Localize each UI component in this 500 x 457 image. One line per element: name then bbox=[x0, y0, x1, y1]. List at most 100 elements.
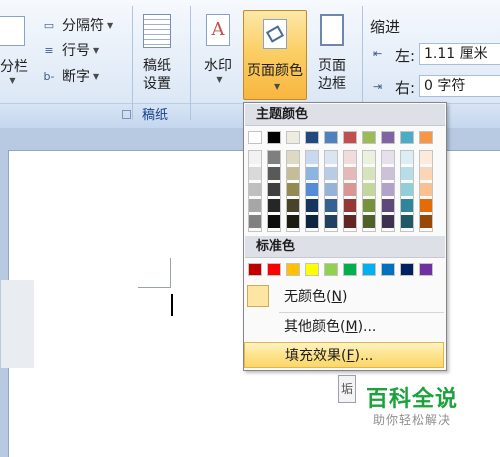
theme-color-swatch[interactable] bbox=[362, 131, 376, 144]
standard-color-swatch[interactable] bbox=[267, 263, 281, 276]
manuscript-label-1: 稿纸 bbox=[143, 58, 171, 74]
theme-color-swatch[interactable] bbox=[419, 131, 433, 144]
hyphenation-button[interactable]: b‐ 断字 ▼ bbox=[40, 65, 100, 87]
theme-shade-swatch[interactable] bbox=[363, 183, 375, 196]
theme-shade-swatch[interactable] bbox=[287, 167, 299, 180]
paste-options-tag[interactable]: 垢 bbox=[338, 375, 356, 403]
standard-color-swatch[interactable] bbox=[286, 263, 300, 276]
theme-color-swatch[interactable] bbox=[267, 131, 281, 144]
chevron-down-icon: ▼ bbox=[216, 75, 223, 84]
watermark-icon: A bbox=[206, 14, 230, 46]
theme-shade-swatch[interactable] bbox=[325, 215, 337, 228]
theme-shade-swatch[interactable] bbox=[268, 183, 280, 196]
theme-shade-swatch[interactable] bbox=[249, 183, 261, 196]
theme-shade-swatch[interactable] bbox=[420, 199, 432, 212]
theme-shade-swatch[interactable] bbox=[420, 167, 432, 180]
indent-right-icon: ⇥ bbox=[373, 80, 383, 93]
theme-color-swatch[interactable] bbox=[381, 131, 395, 144]
theme-shade-swatch[interactable] bbox=[268, 199, 280, 212]
theme-shade-swatch[interactable] bbox=[306, 183, 318, 196]
theme-shade-swatch[interactable] bbox=[325, 199, 337, 212]
breaks-button[interactable]: ▭ 分隔符 ▼ bbox=[40, 14, 113, 36]
theme-color-swatch[interactable] bbox=[305, 131, 319, 144]
theme-shade-swatch[interactable] bbox=[249, 199, 261, 212]
theme-shade-swatch[interactable] bbox=[401, 199, 413, 212]
theme-shade-swatch[interactable] bbox=[268, 167, 280, 180]
theme-shade-swatch[interactable] bbox=[420, 215, 432, 228]
theme-shade-swatch[interactable] bbox=[382, 199, 394, 212]
theme-shade-swatch[interactable] bbox=[363, 215, 375, 228]
theme-shade-swatch[interactable] bbox=[306, 199, 318, 212]
menu-separator bbox=[279, 312, 444, 313]
fill-effects-item[interactable]: 填充效果(F)... bbox=[244, 342, 444, 368]
theme-shade-swatch[interactable] bbox=[306, 167, 318, 180]
theme-shade-swatch[interactable] bbox=[363, 167, 375, 180]
indent-left-label: 左: bbox=[395, 47, 416, 65]
no-color-item[interactable]: 无颜色(N) bbox=[244, 284, 444, 310]
theme-shade-swatch[interactable] bbox=[382, 151, 394, 164]
theme-shade-swatch[interactable] bbox=[306, 151, 318, 164]
theme-color-swatch[interactable] bbox=[324, 131, 338, 144]
theme-shade-swatch[interactable] bbox=[325, 167, 337, 180]
theme-color-swatch[interactable] bbox=[343, 131, 357, 144]
more-colors-item[interactable]: 其他颜色(M)... bbox=[244, 314, 444, 340]
theme-shade-swatch[interactable] bbox=[401, 167, 413, 180]
chevron-down-icon: ▼ bbox=[93, 45, 100, 55]
manuscript-grid-icon bbox=[143, 14, 171, 48]
indent-left-field[interactable]: 1.11 厘米 bbox=[419, 43, 500, 65]
page-borders-label-2: 边框 bbox=[318, 76, 346, 92]
columns-button[interactable]: 分栏 ▼ bbox=[0, 16, 28, 85]
theme-color-swatch[interactable] bbox=[248, 131, 262, 144]
theme-color-swatch[interactable] bbox=[400, 131, 414, 144]
page-borders-button[interactable]: 页面 边框 bbox=[312, 14, 352, 93]
theme-shade-swatch[interactable] bbox=[420, 151, 432, 164]
theme-shade-swatch[interactable] bbox=[325, 183, 337, 196]
standard-color-swatch[interactable] bbox=[324, 263, 338, 276]
theme-shade-swatch[interactable] bbox=[401, 151, 413, 164]
standard-color-swatch[interactable] bbox=[343, 263, 357, 276]
theme-shade-swatch[interactable] bbox=[287, 215, 299, 228]
theme-shade-swatch[interactable] bbox=[287, 183, 299, 196]
theme-shade-column bbox=[362, 150, 376, 232]
theme-shade-swatch[interactable] bbox=[249, 167, 261, 180]
theme-shade-swatch[interactable] bbox=[344, 215, 356, 228]
standard-color-swatch[interactable] bbox=[381, 263, 395, 276]
theme-shade-swatch[interactable] bbox=[344, 183, 356, 196]
theme-shade-swatch[interactable] bbox=[363, 151, 375, 164]
theme-shade-swatch[interactable] bbox=[249, 151, 261, 164]
page-color-button[interactable]: 页面颜色 ▼ bbox=[243, 10, 307, 100]
fill-effects-accel: F bbox=[346, 348, 355, 364]
line-numbers-button[interactable]: ≡ 行号 ▼ bbox=[40, 39, 99, 61]
theme-shade-swatch[interactable] bbox=[363, 199, 375, 212]
theme-shade-swatch[interactable] bbox=[268, 151, 280, 164]
standard-color-swatch[interactable] bbox=[305, 263, 319, 276]
page-break-icon: ▭ bbox=[43, 18, 55, 32]
theme-color-swatch[interactable] bbox=[286, 131, 300, 144]
no-color-accel: N bbox=[331, 289, 342, 305]
theme-shade-swatch[interactable] bbox=[268, 215, 280, 228]
manuscript-setup-button[interactable]: 稿纸 设置 bbox=[137, 14, 177, 93]
theme-shade-swatch[interactable] bbox=[420, 183, 432, 196]
theme-shade-swatch[interactable] bbox=[344, 199, 356, 212]
standard-color-swatch[interactable] bbox=[248, 263, 262, 276]
theme-shade-swatch[interactable] bbox=[344, 151, 356, 164]
watermark-button[interactable]: A 水印 ▼ bbox=[197, 14, 239, 84]
theme-shade-swatch[interactable] bbox=[287, 199, 299, 212]
theme-shade-swatch[interactable] bbox=[287, 151, 299, 164]
theme-shade-swatch[interactable] bbox=[249, 215, 261, 228]
indent-right-field[interactable]: 0 字符 bbox=[419, 75, 500, 97]
theme-shade-swatch[interactable] bbox=[401, 215, 413, 228]
page-setup-launcher-icon[interactable] bbox=[122, 110, 131, 119]
theme-shade-column bbox=[248, 150, 262, 232]
theme-shade-swatch[interactable] bbox=[306, 215, 318, 228]
text-cursor bbox=[171, 294, 173, 316]
theme-shade-swatch[interactable] bbox=[401, 183, 413, 196]
theme-shade-swatch[interactable] bbox=[325, 151, 337, 164]
theme-shade-swatch[interactable] bbox=[382, 167, 394, 180]
theme-shade-swatch[interactable] bbox=[344, 167, 356, 180]
theme-shade-swatch[interactable] bbox=[382, 215, 394, 228]
standard-color-swatch[interactable] bbox=[400, 263, 414, 276]
theme-shade-swatch[interactable] bbox=[382, 183, 394, 196]
standard-color-swatch[interactable] bbox=[362, 263, 376, 276]
standard-color-swatch[interactable] bbox=[419, 263, 433, 276]
